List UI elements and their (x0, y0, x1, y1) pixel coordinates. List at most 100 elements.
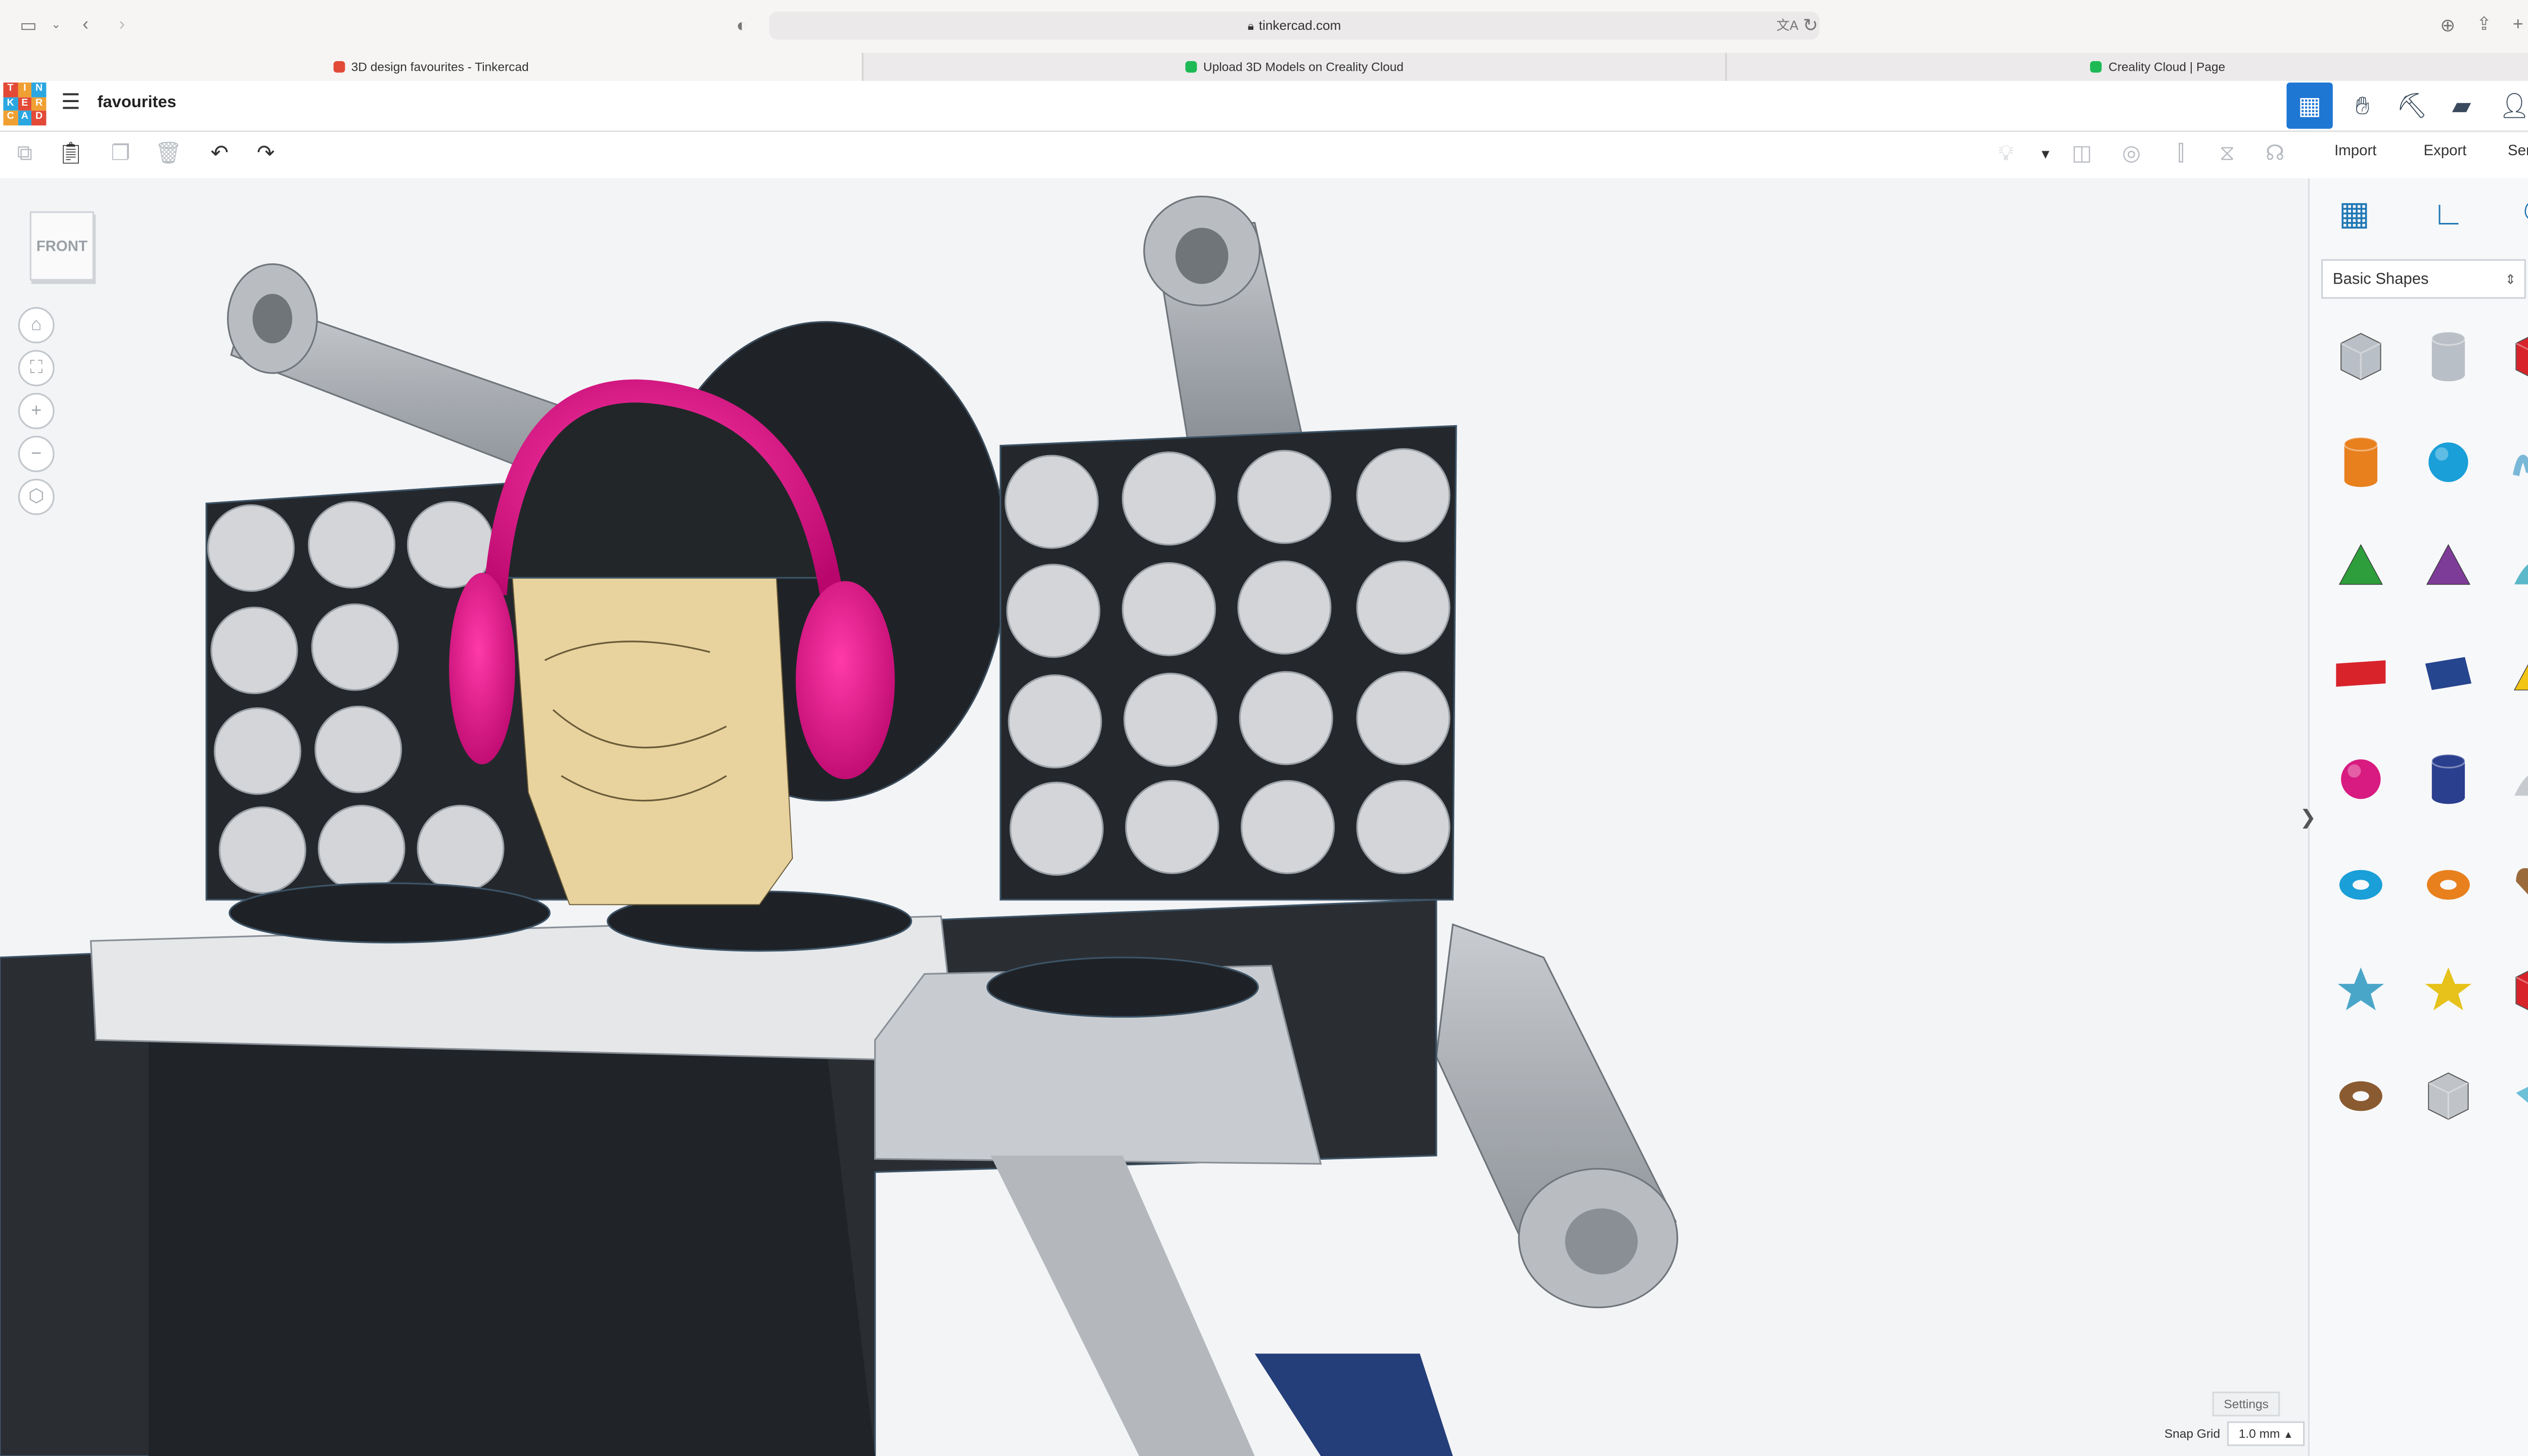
shape-cone[interactable] (2407, 520, 2490, 616)
back-icon[interactable]: ‹ (82, 15, 88, 34)
forward-icon[interactable]: › (119, 15, 125, 34)
shape-round-cube[interactable] (2407, 1048, 2490, 1144)
address-bar[interactable]: 🔒︎ tinkercad.com (769, 11, 1820, 40)
leg-shape (990, 1155, 1255, 1456)
undo-button[interactable]: ↶ (201, 137, 238, 170)
view-cube[interactable]: FRONT (29, 211, 95, 281)
notes-dropdown[interactable]: ▼ (2027, 137, 2064, 170)
shape-paraboloid[interactable] (2495, 732, 2528, 827)
fit-view-button[interactable]: ⛶ (18, 350, 55, 387)
copy-button[interactable]: ⧉ (7, 137, 43, 170)
bricks-button[interactable]: ▰ (2439, 82, 2485, 128)
shape-tube[interactable] (2407, 837, 2490, 933)
star-6-icon (2425, 967, 2472, 1011)
workplane[interactable] (0, 178, 2308, 1456)
workplane-icon: ▦ (2338, 196, 2370, 233)
import-button[interactable]: Import (2334, 142, 2376, 159)
star-icon (2337, 967, 2384, 1011)
wedge-icon (2425, 657, 2472, 690)
shape-diamond[interactable] (2495, 1048, 2528, 1144)
cruise-icon: ☊ (2265, 140, 2285, 165)
align-button[interactable]: ⫿ (2163, 137, 2199, 170)
chevron-right-icon: ❯ (2299, 805, 2317, 829)
app-header (0, 81, 2528, 132)
home-view-button[interactable]: ⌂ (18, 307, 55, 344)
ungroup-button[interactable]: ◎ (2113, 137, 2150, 170)
zoom-out-button[interactable]: − (18, 436, 55, 472)
shape-box-hole[interactable] (2320, 309, 2402, 404)
shield-icon[interactable]: ◐ (736, 17, 747, 36)
caret-down-icon: ▼ (2039, 146, 2052, 161)
zoom-in-button[interactable]: + (18, 393, 55, 429)
shape-cylinder[interactable] (2320, 415, 2402, 510)
settings-button[interactable]: Settings (2212, 1391, 2280, 1417)
minus-icon: − (31, 444, 42, 464)
collapse-panel-button[interactable]: ❯ (2298, 799, 2318, 835)
cube-icon: ⬡ (28, 487, 44, 507)
ring-icon (2339, 1081, 2382, 1111)
share-icon[interactable]: ⇪ (2476, 15, 2492, 34)
shape-star-6[interactable] (2407, 942, 2490, 1038)
workplane-tab[interactable]: ▦ (2328, 188, 2380, 241)
paste-button[interactable]: 📋︎ (53, 137, 89, 170)
new-tab-icon[interactable]: + (2513, 15, 2523, 34)
sidebar-toggle-icon[interactable]: ▭ (20, 17, 37, 36)
ungroup-icon: ◎ (2121, 140, 2141, 165)
project-title[interactable]: favourites (98, 94, 176, 112)
group-button[interactable]: ◫ (2064, 137, 2100, 170)
shape-torus[interactable] (2320, 837, 2402, 933)
shape-text[interactable] (2320, 626, 2402, 721)
shape-icosahedron[interactable] (2495, 942, 2528, 1038)
blocks-button[interactable]: ⛏︎ (2389, 82, 2435, 128)
redo-icon: ↷ (256, 140, 275, 165)
tab-creality-upload[interactable]: Upload 3D Models on Creality Cloud (864, 53, 1727, 81)
shape-heart[interactable] (2495, 837, 2528, 933)
ruler-tab[interactable]: ∟ (2422, 188, 2474, 241)
pickaxe-icon: ⛏︎ (2396, 92, 2428, 121)
reload-icon[interactable]: ↻ (1803, 17, 1818, 36)
duplicate-button[interactable]: ❐ (102, 137, 139, 170)
invite-button[interactable]: 👤︎ (2491, 82, 2528, 128)
round-roof-icon (2514, 564, 2528, 584)
base-disc (986, 957, 1259, 1018)
heart-icon (2516, 868, 2528, 895)
3d-scene[interactable] (0, 178, 2308, 1456)
snap-grid-select[interactable]: 1.0 mm ▲ (2227, 1421, 2305, 1446)
mirror-icon: ⧖ (2219, 140, 2235, 165)
shape-box[interactable] (2495, 309, 2528, 404)
shape-half-sphere[interactable] (2320, 732, 2402, 827)
3d-view-button[interactable]: ▦ (2286, 82, 2333, 129)
notes-button[interactable]: 💡︎ (1988, 137, 2024, 170)
projection-button[interactable]: ⬡ (18, 478, 55, 515)
redo-button[interactable]: ↷ (248, 137, 284, 170)
export-button[interactable]: Export (2423, 142, 2466, 159)
delete-button[interactable]: 🗑︎ (150, 137, 187, 170)
mirror-button[interactable]: ⧖ (2209, 137, 2245, 170)
notes-tab[interactable]: 🗨︎ (2513, 188, 2528, 241)
shape-round-roof[interactable] (2495, 520, 2528, 616)
shape-roof[interactable] (2320, 520, 2402, 616)
shape-polygon[interactable] (2407, 732, 2490, 827)
shape-category-select[interactable]: Basic Shapes ⇕ (2321, 259, 2526, 299)
design-menu-icon[interactable]: ☰ (61, 91, 80, 112)
shape-star[interactable] (2320, 942, 2402, 1038)
cruise-button[interactable]: ☊ (2257, 137, 2293, 170)
shape-pyramid[interactable] (2495, 626, 2528, 721)
tinkercad-logo[interactable]: T I N K E R C A D (3, 82, 47, 126)
tab-creality-page[interactable]: Creality Cloud | Page (1727, 53, 2528, 81)
undo-icon: ↶ (210, 140, 229, 165)
translate-icon[interactable]: 文A (1776, 17, 1798, 36)
tab-tinkercad[interactable]: 3D design favourites - Tinkercad (0, 53, 864, 81)
shape-cylinder-hole[interactable] (2407, 309, 2490, 404)
send-to-button[interactable]: Send To (2508, 142, 2528, 159)
shape-wedge[interactable] (2407, 626, 2490, 721)
simulate-button[interactable]: ✋︎ (2339, 82, 2385, 128)
copy-icon: ⧉ (17, 140, 33, 165)
shape-ring[interactable] (2320, 1048, 2402, 1144)
scribble-icon (2512, 454, 2528, 476)
download-icon[interactable]: ⊕ (2440, 17, 2455, 36)
shape-scribble[interactable] (2495, 415, 2528, 510)
lock-icon: 🔒︎ (1247, 21, 1254, 33)
chevron-down-icon[interactable]: ⌄ (51, 17, 61, 36)
shape-sphere[interactable] (2407, 415, 2490, 510)
